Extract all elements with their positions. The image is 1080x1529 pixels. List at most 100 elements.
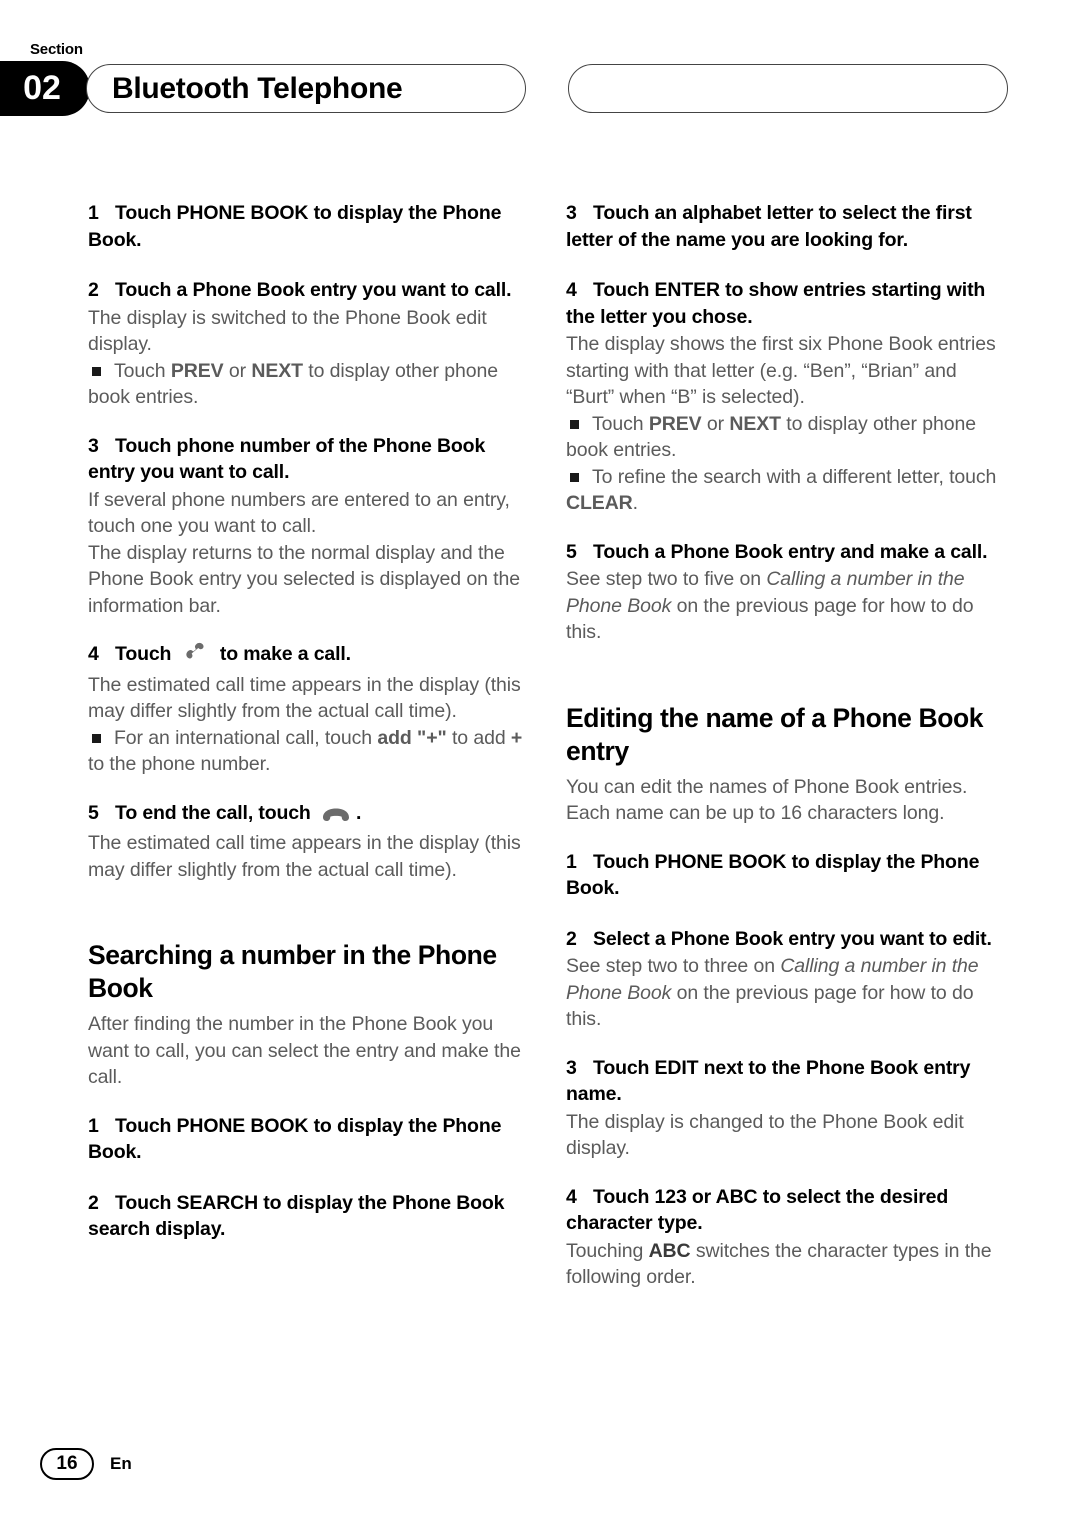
step-item: 2 Select a Phone Book entry you want to e… — [566, 926, 1008, 953]
step-number: 2 — [88, 279, 99, 301]
bullet-square-icon — [570, 419, 579, 429]
step-number: 3 — [566, 1056, 577, 1079]
step-text: to make a call. — [219, 643, 351, 665]
bullet-strong: CLEAR — [566, 492, 633, 514]
body-paragraph: You can edit the names of Phone Book ent… — [566, 775, 968, 825]
bullet-item: For an international call, touch add "+"… — [88, 725, 530, 778]
bullet-square-icon — [92, 733, 101, 743]
bullet-square-icon — [570, 472, 579, 482]
step-number: 3 — [566, 202, 577, 224]
body-paragraph: The display returns to the normal displa… — [88, 541, 520, 617]
bullet-text: . — [632, 492, 638, 514]
body-paragraph: The display is changed to the Phone Book… — [566, 1110, 964, 1160]
step-item: 1 Touch PHONE BOOK to display the Phone B… — [566, 849, 1008, 902]
step-item: 1 Touch PHONE BOOK to display the Phone B… — [88, 200, 530, 253]
step-number: 3 — [88, 434, 99, 457]
bullet-text: to add — [446, 726, 511, 749]
bullet-text: or — [701, 412, 730, 435]
body-paragraph: The estimated call time appears in the d… — [88, 832, 521, 881]
left-column: 1 Touch PHONE BOOK to display the Phone B… — [88, 200, 530, 1244]
bullet-strong: PREV — [170, 359, 224, 382]
page-title: Bluetooth Telephone — [112, 72, 403, 105]
step-text: Touch phone number of the Phone Book ent… — [88, 434, 486, 484]
step-text: Touch PHONE BOOK to display the Phone Bo… — [566, 850, 980, 900]
body-paragraph: See step two to five on Calling a number… — [566, 566, 1008, 646]
step-item: 4 Touch ENTER to show entries starting wi… — [566, 277, 1008, 330]
footer-language-label: En — [110, 1454, 132, 1473]
section-label: Section — [30, 41, 83, 58]
body-paragraph: If several phone numbers are entered to … — [88, 488, 510, 538]
bullet-item: Touch PREV or NEXT to display other phon… — [88, 358, 530, 411]
step-number: 4 — [566, 1185, 577, 1208]
body-text-part: See step two to three on — [566, 955, 781, 977]
step-number: 4 — [88, 643, 99, 665]
page-header: Section 02 Bluetooth Telephone — [0, 0, 1080, 150]
step-number: 1 — [88, 202, 99, 224]
section-heading-editing: Editing the name of a Phone Book entry — [566, 702, 984, 766]
bullet-item: Touch PREV or NEXT to display other phon… — [566, 411, 1008, 464]
body-paragraph: The estimated call time appears in the d… — [88, 673, 521, 723]
step-text: Touch ENTER to show entries starting wit… — [566, 279, 986, 328]
bullet-square-icon — [92, 366, 101, 376]
bullet-item: To refine the search with a different le… — [566, 464, 1008, 517]
bullet-strong: PREV — [648, 412, 702, 435]
step-item: 2 Touch SEARCH to display the Phone Book … — [88, 1190, 530, 1243]
step-item: 2 Touch a Phone Book entry you want to ca… — [88, 277, 530, 304]
step-item: 1 Touch PHONE BOOK to display the Phone B… — [88, 1113, 530, 1166]
step-item: 4 Touch 123 or ABC to select the desired … — [566, 1184, 1008, 1237]
body-paragraph: After finding the number in the Phone Bo… — [88, 1013, 521, 1088]
step-text: Select a Phone Book entry you want to ed… — [593, 927, 992, 950]
step-text: . — [355, 801, 362, 824]
step-text: Touch a Phone Book entry you want to cal… — [115, 279, 512, 301]
step-item: 3 Touch phone number of the Phone Book en… — [88, 433, 530, 486]
step-number: 2 — [566, 927, 577, 950]
bullet-strong: add "+" — [377, 726, 447, 749]
body-paragraph: The display shows the first six Phone Bo… — [566, 333, 996, 408]
step-number: 2 — [88, 1191, 99, 1214]
page-number-badge: 16 — [40, 1448, 94, 1480]
bullet-text: or — [223, 359, 252, 382]
step-text: Touch PHONE BOOK to display the Phone Bo… — [88, 202, 502, 251]
section-heading-searching: Searching a number in the Phone Book — [88, 940, 497, 1003]
bullet-text: to the phone number. — [88, 753, 271, 775]
step-number: 1 — [566, 850, 577, 873]
step-number: 5 — [88, 801, 99, 824]
step-item: 5 To end the call, touch . — [88, 800, 530, 830]
body-paragraph: The display is switched to the Phone Boo… — [88, 306, 487, 356]
step-text: Touch SEARCH to display the Phone Book s… — [88, 1191, 505, 1241]
body-strong: ABC — [648, 1239, 691, 1262]
bullet-text: Touch — [592, 412, 649, 435]
right-column: 3 Touch an alphabet letter to select the … — [566, 200, 1008, 1291]
step-text: To end the call, touch — [115, 801, 311, 824]
step-text: Touch an alphabet letter to select the f… — [566, 202, 972, 251]
step-item: 3 Touch EDIT next to the Phone Book entry… — [566, 1055, 1008, 1108]
step-number: 5 — [566, 540, 577, 563]
bullet-text: Touch — [114, 359, 171, 382]
step-text: Touch a Phone Book entry and make a call… — [593, 540, 988, 563]
step-text: Touch EDIT next to the Phone Book entry … — [566, 1056, 971, 1106]
bullet-text: To refine the search with a different le… — [592, 465, 997, 488]
step-text: Touch 123 or ABC to select the desired c… — [566, 1185, 949, 1235]
step-number: 4 — [566, 279, 577, 301]
body-text-part: Touching — [566, 1239, 649, 1262]
section-number-badge: 02 — [0, 61, 90, 116]
header-right-pill — [568, 64, 1008, 113]
bullet-strong: NEXT — [251, 359, 303, 382]
body-paragraph: See step two to three on Calling a numbe… — [566, 953, 1008, 1033]
step-item: 3 Touch an alphabet letter to select the … — [566, 200, 1008, 253]
bullet-strong: NEXT — [729, 412, 781, 435]
body-paragraph: Touching ABC switches the character type… — [566, 1238, 1008, 1291]
